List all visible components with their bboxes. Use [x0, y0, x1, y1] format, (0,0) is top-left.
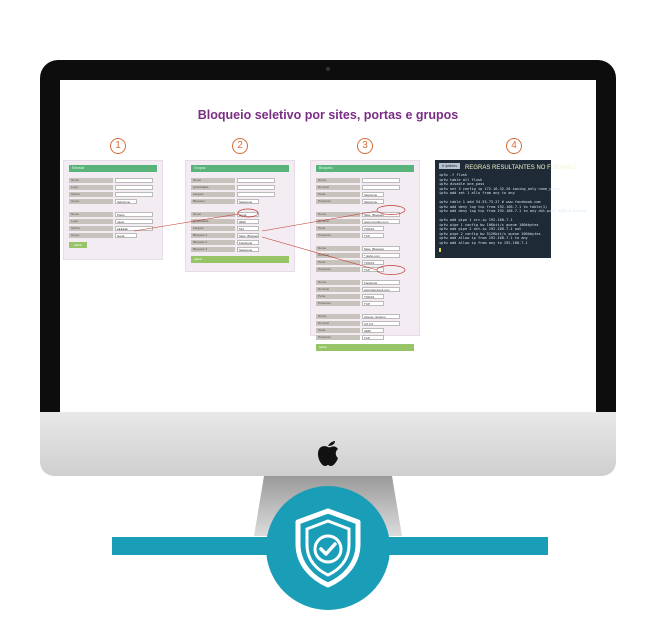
group-highlight [237, 208, 259, 218]
terminal-line: ipfw add deny log tcp from 192.168.7.1 t… [439, 204, 548, 209]
terminal-line: ipfw add pipe 2 dst-ip 192.168.7.1 out [439, 227, 522, 231]
terminal-line: ipfw pipe 1 config bw 10Kbit/s queue 100… [439, 222, 539, 227]
terminal-line: ipfw add pipe 1 src-ip 192.168.7.1 [439, 218, 513, 222]
terminal-line: ipfw -f flush [439, 173, 468, 177]
apple-logo-icon [318, 441, 338, 466]
terminal-line: ipfw add allow ip from any to 192.168.7.… [439, 240, 528, 245]
sites-highlight [376, 205, 406, 215]
terminal-line: ipfw set 3 config ip 172.16.32.20 saving… [439, 186, 561, 191]
terminal-line: ipfw table 1 add 34.53.73.27 # www.faceb… [439, 200, 541, 204]
terminal-title: REGRAS RESULTANTES NO FIREWALL [465, 165, 577, 171]
terminal-line: ipfw add allow ip from 192.168.7.1 to an… [439, 236, 528, 240]
terminal-line: ipfw table all flush [439, 177, 483, 182]
terminal-line: ipfw add deny log tcp from 192.168.7.1 t… [439, 209, 587, 213]
screen: Bloqueio seletivo por sites, portas e gr… [60, 80, 596, 412]
terminal-window: # iptables REGRAS RESULTANTES NO FIREWAL… [435, 160, 586, 258]
terminal-tab[interactable]: # iptables [439, 163, 460, 169]
facebook-highlight [376, 265, 406, 275]
terminal-line: ipfw disable one_pass [439, 182, 485, 186]
connector-line [133, 213, 239, 232]
connector-line [261, 210, 378, 232]
terminal-line: ipfw pipe 2 config bw 512Kbit/s queue 10… [439, 231, 541, 236]
shield-check-icon [295, 508, 361, 588]
camera-dot [326, 67, 330, 71]
connector-line [261, 236, 378, 271]
terminal-line: ipfw add set 1 allo from any to any [439, 191, 515, 195]
terminal-cursor [439, 248, 441, 252]
